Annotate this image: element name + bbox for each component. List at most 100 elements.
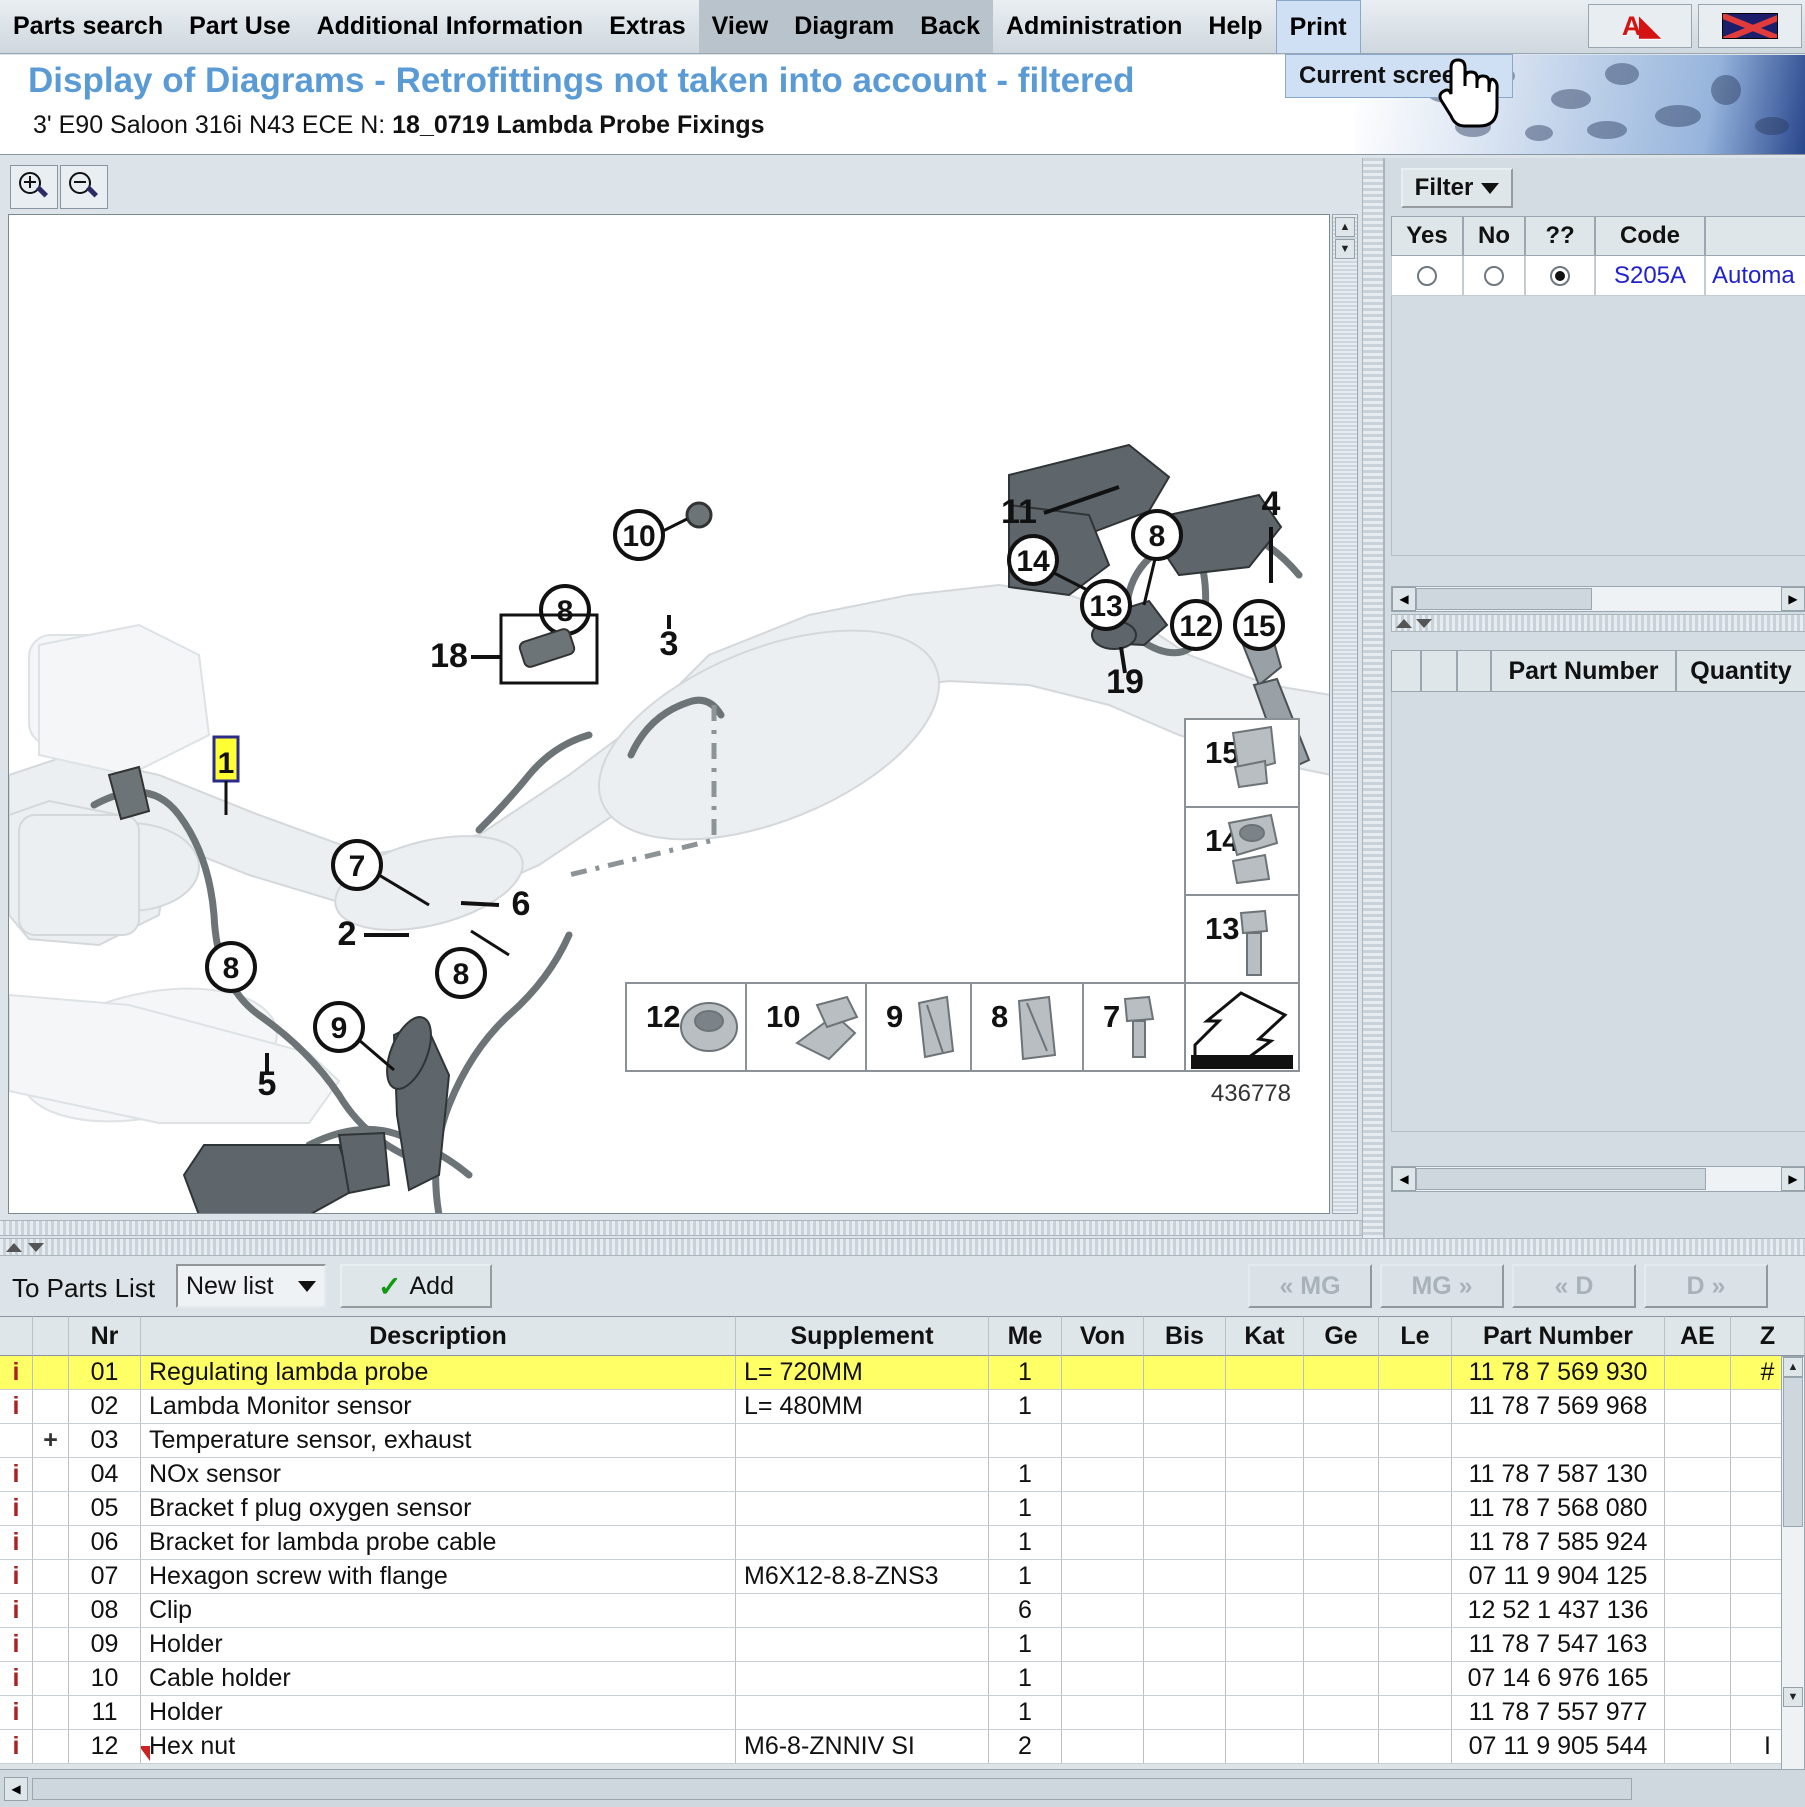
table-row[interactable]: i 07 Hexagon screw with flange M6X12-8.8-ZN…: [0, 1560, 1805, 1594]
pn-hscroll-thumb[interactable]: [1416, 1168, 1706, 1190]
menu-extras[interactable]: Extras: [596, 0, 698, 53]
table-row[interactable]: i 11 Holder 1 11 78 7 557 977: [0, 1696, 1805, 1730]
parts-hscroll-thumb[interactable]: [32, 1777, 1632, 1800]
zoom-out-button[interactable]: [60, 165, 108, 209]
diagram-scroll-up-arrow[interactable]: ▲: [1335, 217, 1355, 237]
parts-table-vscrollbar[interactable]: ▲ ▼: [1781, 1356, 1805, 1786]
pn-hscroll-right-arrow[interactable]: ▶: [1781, 1167, 1805, 1191]
menu-additional-information[interactable]: Additional Information: [304, 0, 597, 53]
radio-yes[interactable]: [1417, 265, 1437, 286]
parts-table-hscrollbar[interactable]: ◀: [0, 1769, 1805, 1807]
nav-next-mg-button[interactable]: MG »: [1380, 1264, 1504, 1308]
split-collapse-down-icon[interactable]: [1416, 618, 1432, 628]
cell-me: [989, 1424, 1062, 1458]
table-row[interactable]: i 01 Regulating lambda probe L= 720MM 1 11 78…: [0, 1356, 1805, 1390]
info-icon[interactable]: i: [13, 1732, 20, 1761]
vertical-split-handle[interactable]: [1362, 158, 1384, 1238]
cell-le: [1379, 1390, 1452, 1424]
table-row[interactable]: i 09 Holder 1 11 78 7 547 163: [0, 1628, 1805, 1662]
info-icon[interactable]: i: [13, 1630, 20, 1659]
table-row[interactable]: i 06 Bracket for lambda probe cable 1 11 78 …: [0, 1526, 1805, 1560]
diagram-vertical-scrollbar[interactable]: ▲ ▼: [1332, 214, 1358, 1214]
split-collapse-up-icon[interactable]: [1396, 618, 1412, 628]
parts-list-select[interactable]: New list: [176, 1264, 326, 1308]
menu-administration[interactable]: Administration: [993, 0, 1195, 53]
callout-11: 11: [1001, 493, 1037, 531]
page-subtitle: 3' E90 Saloon 316i N43 ECE N: 18_0719 La…: [33, 111, 765, 140]
language-flag-button[interactable]: [1698, 4, 1802, 48]
parts-scroll-up-arrow[interactable]: ▲: [1783, 1357, 1803, 1377]
add-button[interactable]: ✓ Add: [340, 1264, 492, 1308]
code-description[interactable]: Automa: [1705, 256, 1805, 296]
menu-view[interactable]: View: [698, 0, 782, 53]
nav-prev-mg-button[interactable]: « MG: [1248, 1264, 1372, 1308]
part-number-table-header: Part Number Quantity: [1391, 650, 1805, 692]
code-table-hscrollbar[interactable]: ◀ ▶: [1391, 586, 1805, 612]
nav-prev-d-button[interactable]: « D: [1512, 1264, 1636, 1308]
code-value[interactable]: S205A: [1595, 256, 1705, 296]
radio-unknown[interactable]: [1550, 265, 1570, 286]
info-icon[interactable]: i: [13, 1562, 20, 1591]
font-size-icon: A◣: [1621, 10, 1660, 41]
menu-print[interactable]: Print: [1275, 0, 1361, 53]
table-row[interactable]: i 04 NOx sensor 1 11 78 7 587 130: [0, 1458, 1805, 1492]
bottom-split-handle[interactable]: [0, 1238, 1805, 1256]
cell-le: [1379, 1356, 1452, 1390]
info-icon[interactable]: i: [13, 1664, 20, 1693]
menu-back[interactable]: Back: [907, 0, 993, 53]
info-icon[interactable]: i: [13, 1528, 20, 1557]
cell-expand: [33, 1390, 69, 1424]
table-row[interactable]: +03 Temperature sensor, exhaust: [0, 1424, 1805, 1458]
table-row[interactable]: i 08 Clip 6 12 52 1 437 136: [0, 1594, 1805, 1628]
code-hscroll-thumb[interactable]: [1416, 588, 1592, 610]
cell-description: Bracket for lambda probe cable: [141, 1526, 736, 1560]
menu-diagram[interactable]: Diagram: [781, 0, 908, 53]
table-row[interactable]: i 02 Lambda Monitor sensor L= 480MM 1 11 78 7…: [0, 1390, 1805, 1424]
zoom-in-button[interactable]: [10, 165, 58, 209]
cell-description: NOx sensor: [141, 1458, 736, 1492]
bottom-split-up-icon[interactable]: [6, 1242, 22, 1252]
callout-8-right: 8: [453, 958, 470, 991]
radio-no[interactable]: [1484, 265, 1504, 286]
diagram-canvas[interactable]: 11 8 4 14 13 12 15 19 10 8 3 18 1 7 6 2 …: [8, 214, 1330, 1214]
parts-scroll-down-arrow[interactable]: ▼: [1783, 1687, 1803, 1707]
code-hscroll-left-arrow[interactable]: ◀: [1392, 587, 1416, 611]
nav-next-d-button[interactable]: D »: [1644, 1264, 1768, 1308]
filter-button[interactable]: Filter: [1401, 168, 1513, 208]
info-icon[interactable]: i: [13, 1596, 20, 1625]
cell-ae: [1665, 1560, 1731, 1594]
cell-info: i: [0, 1560, 33, 1594]
bottom-split-down-icon[interactable]: [28, 1242, 44, 1252]
diagram-scroll-down-arrow[interactable]: ▼: [1335, 239, 1355, 259]
cell-ae: [1665, 1424, 1731, 1458]
info-icon[interactable]: i: [13, 1460, 20, 1489]
table-row[interactable]: i 10 Cable holder 1 07 14 6 976 165: [0, 1662, 1805, 1696]
part-number-hscrollbar[interactable]: ◀ ▶: [1391, 1166, 1805, 1192]
menu-parts-search[interactable]: Parts search: [0, 0, 176, 53]
radio-yes-cell[interactable]: [1391, 256, 1463, 296]
info-icon[interactable]: i: [13, 1698, 20, 1727]
parts-hscroll-left-arrow[interactable]: ◀: [4, 1776, 28, 1801]
diagram-split-handle[interactable]: [0, 1220, 1362, 1236]
info-icon[interactable]: i: [13, 1494, 20, 1523]
font-size-icon-button[interactable]: A◣: [1588, 4, 1692, 48]
code-table-row[interactable]: S205A Automa: [1391, 256, 1805, 296]
parts-vscroll-thumb[interactable]: [1783, 1377, 1803, 1527]
radio-unknown-cell[interactable]: [1525, 256, 1595, 296]
th-supplement: Supplement: [736, 1316, 989, 1356]
info-icon[interactable]: i: [13, 1392, 20, 1421]
code-hscroll-right-arrow[interactable]: ▶: [1781, 587, 1805, 611]
menu-part-use[interactable]: Part Use: [176, 0, 303, 53]
table-row[interactable]: i 05 Bracket f plug oxygen sensor 1 11 78 7 …: [0, 1492, 1805, 1526]
info-icon[interactable]: i: [13, 1358, 20, 1387]
expand-icon[interactable]: +: [43, 1426, 58, 1455]
table-row[interactable]: i 12 Hex nut M6-8-ZNNIV SI 2 07 11 9 905 544 I: [0, 1730, 1805, 1764]
radio-no-cell[interactable]: [1463, 256, 1525, 296]
cell-nr: 06: [69, 1526, 141, 1560]
cell-nr: 05: [69, 1492, 141, 1526]
right-panel-split-handle[interactable]: [1391, 614, 1805, 632]
menu-help[interactable]: Help: [1195, 0, 1275, 53]
cell-kat: [1226, 1730, 1304, 1764]
cell-bis: [1144, 1730, 1226, 1764]
pn-hscroll-left-arrow[interactable]: ◀: [1392, 1167, 1416, 1191]
